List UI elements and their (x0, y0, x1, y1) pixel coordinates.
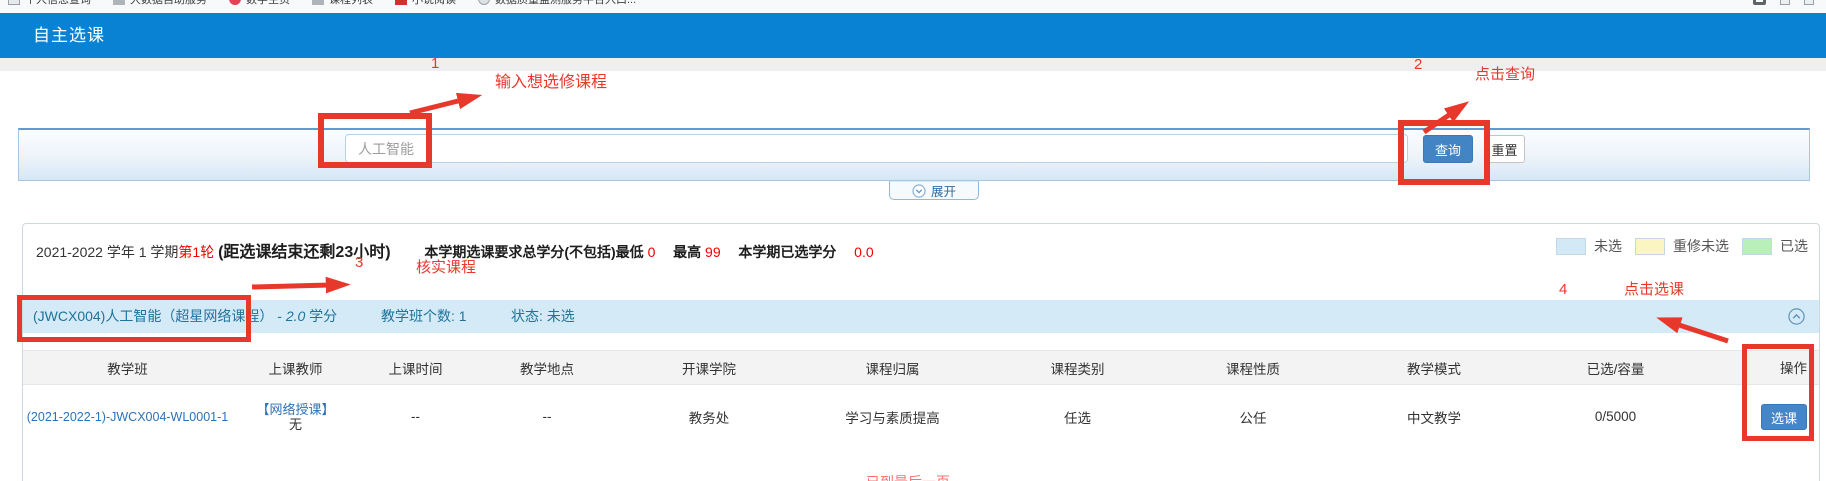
belonging-cell: 学习与素质提高 (796, 407, 989, 427)
col-header: 已选/容量 (1528, 358, 1703, 378)
capacity-cell: 0/5000 (1528, 409, 1703, 424)
legend-item-unselected: 未选 (1556, 236, 1622, 256)
col-header: 教学班 (23, 358, 232, 378)
selected-color-swatch (1742, 238, 1772, 255)
nature-cell: 公任 (1166, 407, 1340, 427)
course-credit-value: 2.0 (286, 308, 305, 324)
expand-toggle[interactable]: 展开 (889, 181, 979, 200)
col-header-action: 操作 (1780, 351, 1807, 386)
bookmark-item[interactable]: 大数据自助服务 (113, 0, 207, 7)
online-teaching-tag: 【网络授课】 (256, 402, 334, 417)
credit-max-value: 99 (705, 244, 721, 260)
term-round: 第1轮 (178, 244, 214, 260)
col-header: 教学地点 (472, 358, 622, 378)
legend-item-selected: 已选 (1742, 236, 1808, 256)
page-icon (8, 0, 20, 5)
status-legend: 未选 重修未选 已选 (1556, 236, 1808, 256)
printer-icon[interactable] (1753, 0, 1766, 5)
page-title: 自主选课 (33, 13, 105, 58)
college-cell: 教务处 (622, 407, 796, 427)
retake-color-swatch (1635, 238, 1665, 255)
course-group-header[interactable]: (JWCX004)人工智能（超星网络课程） - 2.0 学分 教学班个数: 1 … (23, 300, 1819, 333)
credit-max-label: 最高 (673, 244, 701, 260)
bookmark-label: 数据质量监测服务平台入口... (495, 0, 636, 7)
select-course-button[interactable]: 选课 (1761, 404, 1807, 430)
term-semester: 2021-2022 学年 1 学期 (36, 244, 178, 260)
course-code-name: (JWCX004)人工智能（超星网络课程） (33, 308, 273, 324)
legend-label: 重修未选 (1673, 236, 1729, 256)
legend-label: 未选 (1594, 236, 1622, 256)
course-selection-page: 个人信息查询 大数据自助服务 数字主页 课程列表 小说阅读 数据质量监测服务平台… (0, 0, 1826, 481)
bookmark-item[interactable]: 数字主页 (229, 0, 290, 7)
collapse-chevron-up-icon[interactable] (1788, 308, 1805, 325)
class-place-cell: -- (472, 409, 622, 424)
course-search-input[interactable] (345, 134, 1408, 163)
class-row: (2021-2022-1)-JWCX004-WL0001-1 【网络授课】 无 … (23, 386, 1819, 447)
credit-min-value: 0 (648, 244, 656, 260)
end-of-list-note: 已到最后一页 (866, 472, 950, 481)
bookmark-item[interactable]: 小说阅读 (395, 0, 456, 7)
page-header: 自主选课 (0, 13, 1826, 58)
teacher-name: 无 (289, 417, 302, 432)
chosen-credit-value: 0.0 (854, 244, 873, 260)
course-title: (JWCX004)人工智能（超星网络课程） - 2.0 学分 (33, 300, 337, 333)
mode-cell: 中文教学 (1340, 407, 1528, 427)
col-header: 教学模式 (1340, 358, 1528, 378)
red-square-favicon-icon (395, 0, 407, 5)
course-credit-unit: 学分 (309, 308, 337, 324)
folder-icon (312, 0, 324, 5)
header-divider (0, 58, 1826, 71)
bookmark-item[interactable]: 个人信息查询 (8, 0, 91, 7)
reset-button[interactable]: 重置 (1484, 135, 1525, 163)
bookmark-label: 个人信息查询 (25, 0, 91, 7)
bookmark-item[interactable]: 课程列表 (312, 0, 373, 7)
class-count: 教学班个数: 1 (381, 300, 467, 333)
col-header: 课程归属 (796, 358, 989, 378)
bookmark-label: 大数据自助服务 (130, 0, 207, 7)
col-header: 课程性质 (1166, 358, 1340, 378)
teacher-cell: 【网络授课】 无 (232, 402, 359, 432)
legend-item-retake: 重修未选 (1635, 236, 1729, 256)
category-cell: 任选 (989, 407, 1166, 427)
globe-icon (478, 0, 490, 5)
red-dot-favicon-icon (229, 0, 241, 5)
annotation-arrow-step1 (410, 100, 462, 113)
chevron-down-circle-icon (912, 184, 926, 198)
credit-rule-label: 本学期选课要求总学分(不包括)最低 (424, 244, 643, 260)
query-button[interactable]: 查询 (1423, 135, 1473, 163)
unselected-color-swatch (1556, 238, 1586, 255)
legend-label: 已选 (1780, 236, 1808, 256)
expand-label: 展开 (931, 181, 956, 200)
bookmark-label: 小说阅读 (412, 0, 456, 7)
col-header: 上课教师 (232, 358, 359, 378)
bookmark-label: 数字主页 (246, 0, 290, 7)
class-time-cell: -- (359, 409, 472, 424)
annotation-step1-label: 输入想选修课程 (495, 68, 607, 92)
chosen-credit-label: 本学期已选学分 (738, 244, 836, 260)
course-status: 状态: 未选 (511, 300, 575, 333)
extension-icon[interactable] (1804, 0, 1814, 5)
browser-bookmarks-bar: 个人信息查询 大数据自助服务 数字主页 课程列表 小说阅读 数据质量监测服务平台… (0, 0, 1826, 13)
term-info: 2021-2022 学年 1 学期第1轮 (距选课结束还剩23小时) 本学期选课… (36, 238, 874, 262)
bookmark-label: 课程列表 (329, 0, 373, 7)
col-header: 开课学院 (622, 358, 796, 378)
teaching-class-link[interactable]: (2021-2022-1)-JWCX004-WL0001-1 (27, 410, 228, 424)
bookmark-item[interactable]: 数据质量监测服务平台入口... (478, 0, 636, 7)
col-header: 课程类别 (989, 358, 1166, 378)
col-header: 上课时间 (359, 358, 472, 378)
classes-table-header: 教学班 上课教师 上课时间 教学地点 开课学院 课程归属 课程类别 课程性质 教… (23, 350, 1819, 385)
folder-icon (113, 0, 125, 5)
term-countdown: (距选课结束还剩23小时) (218, 244, 390, 261)
extension-icon[interactable] (1780, 0, 1790, 5)
